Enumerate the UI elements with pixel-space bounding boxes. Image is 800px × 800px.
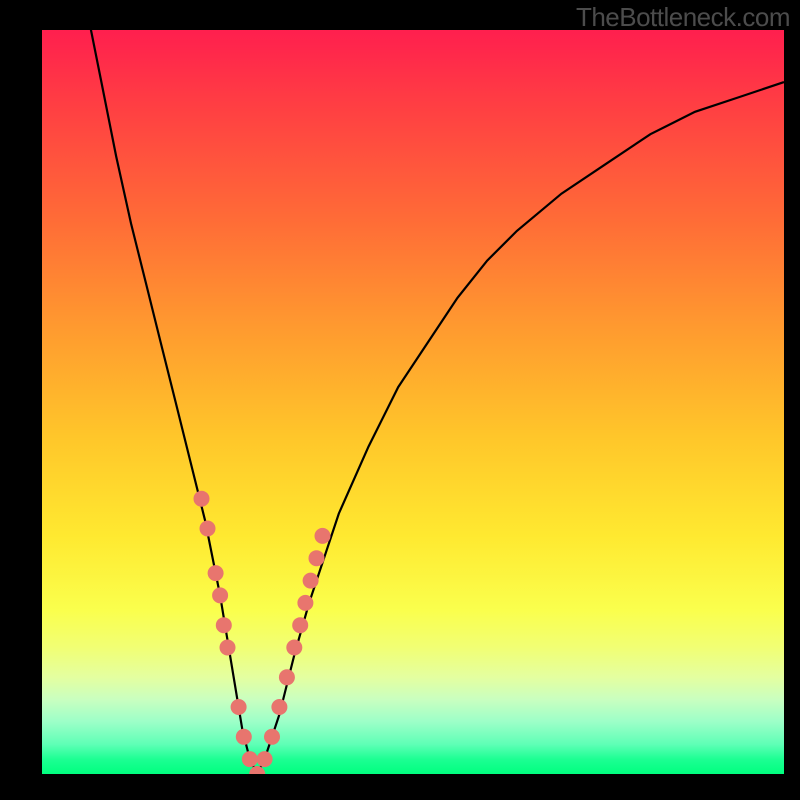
- marker-dot: [208, 565, 224, 581]
- marker-dot: [212, 587, 228, 603]
- marker-dot: [309, 550, 325, 566]
- marker-dot: [249, 766, 265, 774]
- marker-dot: [200, 521, 216, 537]
- marker-dot: [303, 573, 319, 589]
- marker-dot: [194, 491, 210, 507]
- marker-dot: [257, 751, 273, 767]
- marker-dot: [292, 617, 308, 633]
- bottleneck-curve: [87, 30, 785, 774]
- marker-dot: [279, 669, 295, 685]
- chart-frame: TheBottleneck.com: [0, 0, 800, 800]
- marker-dot: [220, 640, 236, 656]
- marker-dot: [297, 595, 313, 611]
- marker-dot: [242, 751, 258, 767]
- marker-dot: [264, 729, 280, 745]
- marker-dot: [286, 640, 302, 656]
- curve-svg: [42, 30, 784, 774]
- marker-dot: [271, 699, 287, 715]
- marker-group: [194, 491, 331, 774]
- marker-dot: [216, 617, 232, 633]
- marker-dot: [315, 528, 331, 544]
- watermark-text: TheBottleneck.com: [576, 2, 790, 33]
- plot-area: [42, 30, 784, 774]
- marker-dot: [231, 699, 247, 715]
- marker-dot: [236, 729, 252, 745]
